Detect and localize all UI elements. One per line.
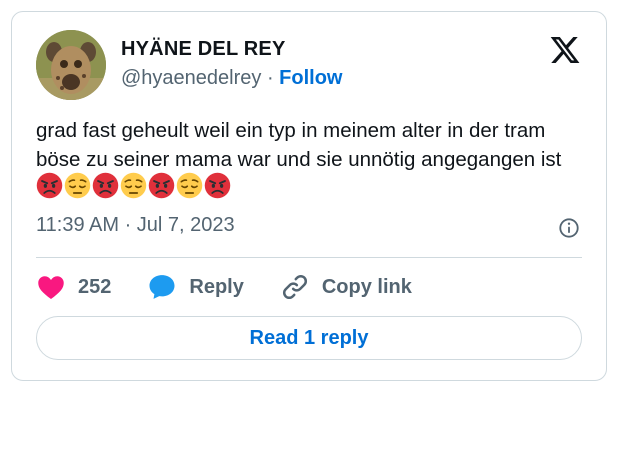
angry-face-icon bbox=[148, 172, 175, 199]
reply-label: Reply bbox=[189, 275, 244, 298]
handle-separator: · bbox=[261, 67, 280, 89]
angry-face-icon bbox=[204, 172, 231, 199]
author-handle[interactable]: @hyaenedelrey bbox=[121, 67, 261, 89]
info-icon[interactable] bbox=[558, 217, 580, 239]
pensive-face-icon bbox=[120, 172, 147, 199]
x-logo-icon[interactable] bbox=[549, 34, 581, 66]
avatar[interactable] bbox=[36, 30, 106, 100]
follow-link[interactable]: Follow bbox=[279, 67, 342, 89]
copy-link-label: Copy link bbox=[321, 275, 412, 298]
hyena-avatar-image bbox=[36, 30, 106, 100]
angry-face-icon bbox=[36, 172, 63, 199]
pensive-face-icon bbox=[64, 172, 91, 199]
read-replies-button[interactable]: Read 1 reply bbox=[36, 316, 582, 360]
divider bbox=[36, 257, 582, 258]
emoji-row bbox=[36, 172, 231, 200]
like-button[interactable]: 252 bbox=[36, 272, 111, 302]
like-count: 252 bbox=[78, 275, 112, 298]
link-icon bbox=[282, 274, 307, 300]
angry-face-icon bbox=[92, 172, 119, 199]
copy-link-button[interactable]: Copy link bbox=[280, 272, 412, 302]
tweet-timestamp[interactable]: 11:39 AM · Jul 7, 2023 bbox=[36, 214, 235, 237]
pensive-face-icon bbox=[176, 172, 203, 199]
heart-icon bbox=[38, 276, 64, 299]
speech-bubble-icon bbox=[149, 275, 175, 299]
tweet-text: grad fast geheult weil ein typ in meinem… bbox=[36, 119, 562, 171]
tweet-card: HYÄNE DEL REY @hyaenedelrey · Follow gra… bbox=[11, 11, 607, 381]
action-bar: 252 Reply Copy link bbox=[36, 270, 448, 304]
author-handle-row: @hyaenedelrey · Follow bbox=[121, 67, 343, 90]
reply-button[interactable]: Reply bbox=[147, 272, 244, 302]
author-display-name[interactable]: HYÄNE DEL REY bbox=[121, 38, 286, 61]
